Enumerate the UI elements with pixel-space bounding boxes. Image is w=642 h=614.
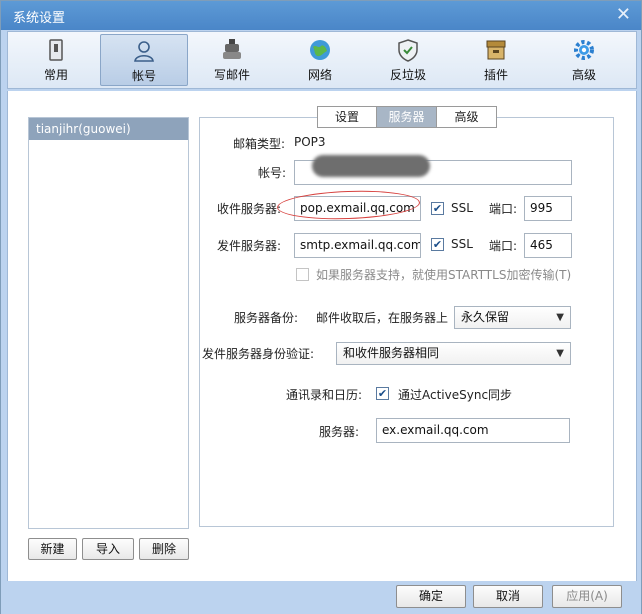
toolbar-advanced-label: 高级 (571, 68, 596, 82)
backup-select-value: 永久保留 (461, 310, 510, 324)
auth-select[interactable]: 和收件服务器相同 ▼ (336, 342, 571, 365)
toolbar-network-button[interactable]: 网络 (276, 34, 364, 86)
outgoing-ssl-label: SSL (451, 237, 473, 251)
toolbar-network-label: 网络 (307, 68, 332, 82)
account-list-item[interactable]: tianjihr(guowei) (29, 118, 188, 140)
toolbar-antispam-label: 反垃圾 (389, 68, 426, 82)
incoming-ssl-checkbox[interactable]: ✔ (431, 202, 444, 215)
activesync-label: 通过ActiveSync同步 (398, 388, 513, 402)
outgoing-server-label: 发件服务器: (217, 239, 282, 253)
settings-toolbar: 常用 帐号 写邮件 网络 反垃圾 插件 高级 (7, 31, 637, 89)
new-account-button[interactable]: 新建 (28, 538, 77, 560)
backup-select[interactable]: 永久保留 ▼ (454, 306, 571, 329)
account-icon (101, 39, 187, 65)
tab-settings[interactable]: 设置 (317, 106, 377, 128)
incoming-ssl-label: SSL (451, 201, 473, 215)
network-icon (276, 38, 364, 64)
toolbar-compose-button[interactable]: 写邮件 (188, 34, 276, 86)
delete-account-button[interactable]: 删除 (139, 538, 189, 560)
tab-server[interactable]: 服务器 (376, 106, 437, 128)
dialog-button-bar: 确定 取消 应用(A) (1, 581, 641, 614)
redacted-account-mask (312, 155, 430, 177)
activesync-server-field[interactable]: ex.exmail.qq.com (376, 418, 570, 443)
toolbar-plugin-button[interactable]: 插件 (452, 34, 540, 86)
settings-content: tianjihr(guowei) 新建 导入 删除 邮箱类型: POP3 帐号:… (7, 91, 637, 581)
settings-window: 系统设置 ✕ 常用 帐号 写邮件 网络 反垃圾 插件 高级 tianjihr(g… (0, 0, 642, 614)
toolbar-plugin-label: 插件 (483, 68, 508, 82)
close-icon[interactable]: ✕ (616, 4, 631, 25)
plugin-icon (452, 38, 540, 64)
tab-advanced[interactable]: 高级 (436, 106, 497, 128)
starttls-checkbox[interactable] (296, 268, 309, 281)
incoming-port-label: 端口: (489, 202, 518, 216)
account-label: 帐号: (258, 166, 287, 180)
backup-label: 服务器备份: (234, 311, 299, 325)
chevron-down-icon: ▼ (556, 312, 564, 323)
incoming-server-label: 收件服务器: (217, 202, 282, 216)
toolbar-antispam-button[interactable]: 反垃圾 (364, 34, 452, 86)
activesync-server-label: 服务器: (319, 425, 360, 439)
toolbar-account-button[interactable]: 帐号 (100, 34, 188, 86)
ok-button[interactable]: 确定 (396, 585, 466, 608)
outgoing-server-field[interactable]: smtp.exmail.qq.com (294, 233, 421, 258)
auth-label: 发件服务器身份验证: (202, 347, 315, 361)
toolbar-general-button[interactable]: 常用 (12, 34, 100, 86)
outgoing-ssl-checkbox[interactable]: ✔ (431, 238, 444, 251)
account-settings-panel: 邮箱类型: POP3 帐号: 收件服务器: pop.exmail.qq.com … (199, 117, 614, 527)
chevron-down-icon: ▼ (556, 348, 564, 359)
outgoing-port-label: 端口: (489, 239, 518, 253)
toolbar-general-label: 常用 (43, 68, 68, 82)
import-account-button[interactable]: 导入 (82, 538, 134, 560)
cancel-button[interactable]: 取消 (473, 585, 543, 608)
account-list[interactable]: tianjihr(guowei) (28, 117, 189, 529)
title-bar: 系统设置 ✕ (1, 1, 641, 30)
activesync-checkbox[interactable]: ✔ (376, 387, 389, 400)
advanced-icon (540, 38, 628, 64)
incoming-port-field[interactable]: 995 (524, 196, 572, 221)
toolbar-advanced-button[interactable]: 高级 (540, 34, 628, 86)
window-title: 系统设置 (13, 11, 66, 26)
apply-button[interactable]: 应用(A) (552, 585, 622, 608)
toolbar-compose-label: 写邮件 (213, 68, 250, 82)
contacts-label: 通讯录和日历: (286, 388, 363, 402)
antispam-icon (364, 38, 452, 64)
toolbar-account-label: 帐号 (131, 69, 156, 83)
mail-type-value: POP3 (294, 135, 326, 149)
mail-type-label: 邮箱类型: (233, 137, 286, 151)
outgoing-port-field[interactable]: 465 (524, 233, 572, 258)
compose-icon (188, 38, 276, 64)
general-icon (12, 38, 100, 64)
auth-select-value: 和收件服务器相同 (343, 346, 440, 360)
backup-description: 邮件收取后，在服务器上 (316, 311, 449, 325)
starttls-label: 如果服务器支持，就使用STARTTLS加密传输(T) (316, 268, 572, 282)
